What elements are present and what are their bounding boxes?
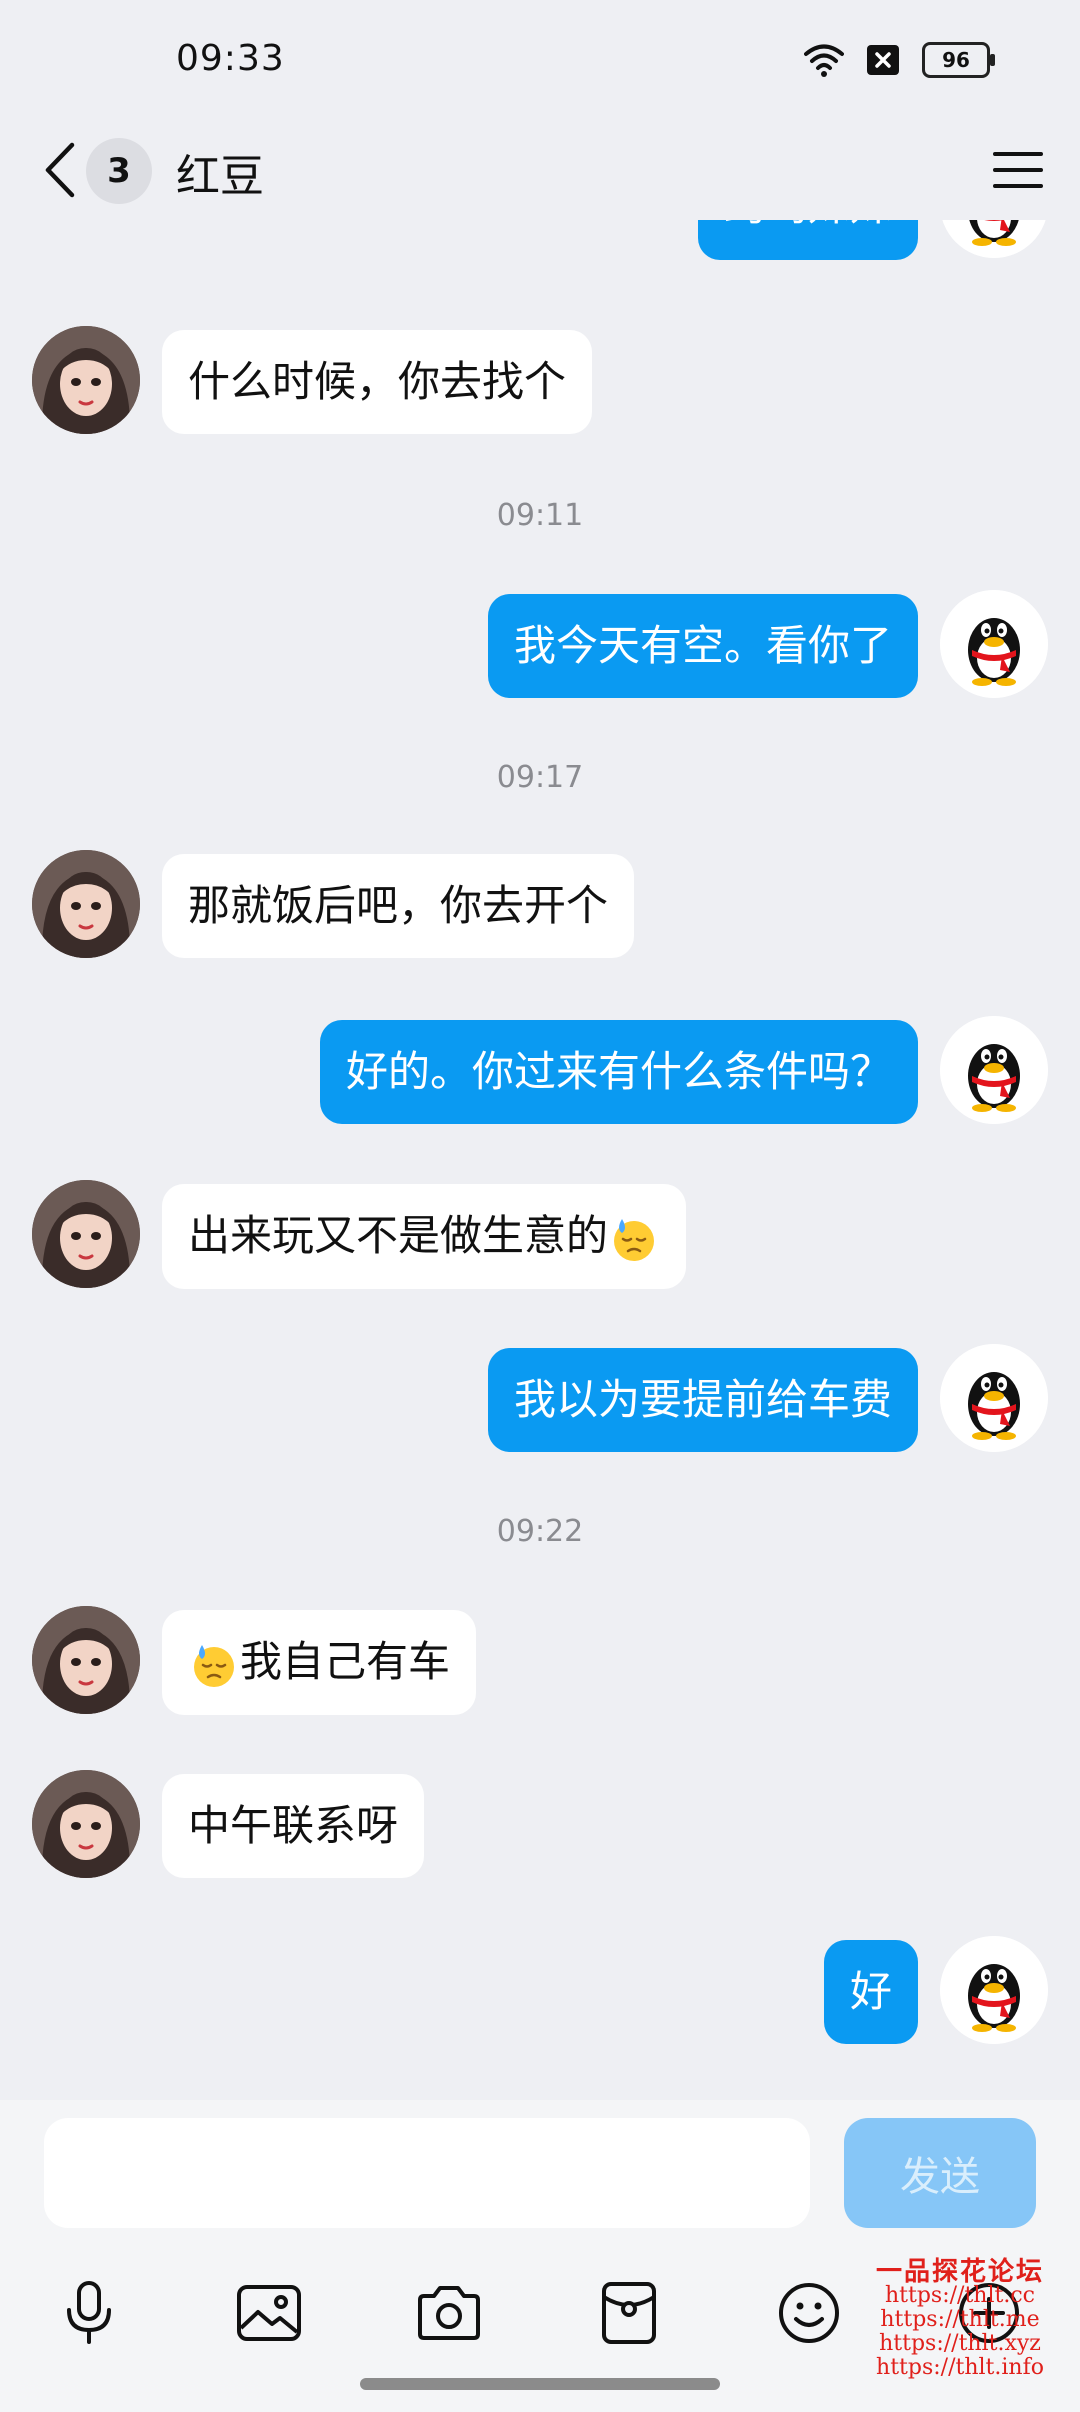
no-sim-icon [867, 45, 899, 75]
message-bubble[interactable]: 好的。你过来有什么条件吗？ [319, 1020, 918, 1124]
status-time: 09:33 [176, 38, 285, 79]
chevron-left-icon [45, 142, 75, 198]
message-list[interactable]: 约吗妹妹 什么时候，你去找个 09:11 我今天有空。看你了 09:17 那就饭… [0, 220, 1080, 2100]
message-bubble[interactable]: 中午联系呀 [162, 1774, 425, 1878]
menu-button[interactable] [986, 138, 1050, 202]
watermark-url: https://thlt.info [876, 2355, 1044, 2380]
message-timestamp: 09:17 [496, 760, 584, 795]
menu-icon [993, 152, 1043, 188]
red-packet-icon [602, 2282, 656, 2344]
avatar-contact[interactable] [32, 850, 140, 958]
message-bubble[interactable]: 我今天有空。看你了 [487, 594, 918, 698]
avatar-contact[interactable] [32, 1180, 140, 1288]
watermark-url: https://thlt.me [880, 2307, 1040, 2332]
avatar-self[interactable] [940, 1936, 1048, 2044]
camera-icon [418, 2286, 480, 2340]
gallery-button[interactable] [224, 2268, 314, 2358]
voice-button[interactable] [44, 2268, 134, 2358]
send-button[interactable]: 发送 [844, 2118, 1036, 2228]
watermark-url: https://thlt.xyz [879, 2331, 1041, 2356]
message-input[interactable] [44, 2118, 810, 2228]
avatar-self[interactable] [940, 1016, 1048, 1124]
message-bubble[interactable]: 出来玩又不是做生意的 [162, 1184, 687, 1289]
chat-header: 3 红豆 [0, 120, 1080, 220]
chat-title[interactable]: 红豆 [176, 140, 264, 204]
message-bubble[interactable]: 我自己有车 [162, 1610, 477, 1715]
microphone-icon [67, 2281, 111, 2344]
input-bar: 发送 [0, 2100, 1080, 2250]
message-bubble[interactable]: 什么时候，你去找个 [162, 330, 593, 434]
avatar-self[interactable] [940, 220, 1048, 258]
watermark-title: 一品探花论坛 [875, 2257, 1044, 2287]
message-timestamp: 09:11 [496, 498, 584, 533]
message-bubble[interactable]: 好 [823, 1940, 918, 2044]
red-packet-button[interactable] [584, 2268, 674, 2358]
unread-count-badge[interactable]: 3 [86, 138, 152, 204]
status-bar: 09:33 96 [0, 0, 1080, 120]
avatar-self[interactable] [940, 590, 1048, 698]
wifi-icon [804, 44, 844, 77]
status-icons: 96 [804, 42, 995, 78]
emoji-icon [779, 2283, 839, 2343]
battery-icon: 96 [922, 42, 995, 78]
message-bubble[interactable]: 那就饭后吧，你去开个 [162, 854, 635, 958]
message-bubble[interactable]: 我以为要提前给车费 [487, 1348, 918, 1452]
home-indicator[interactable] [360, 2378, 720, 2390]
message-text: 出来玩又不是做生意的 [188, 1211, 609, 1260]
cold-sweat-emoji-icon [610, 1215, 658, 1263]
back-button[interactable] [32, 130, 86, 210]
message-bubble[interactable]: 约吗妹妹 [697, 220, 918, 260]
avatar-contact[interactable] [32, 326, 140, 434]
emoji-button[interactable] [764, 2268, 854, 2358]
camera-button[interactable] [404, 2268, 494, 2358]
image-icon [237, 2285, 301, 2341]
message-timestamp: 09:22 [496, 1514, 584, 1549]
cold-sweat-emoji-icon [190, 1641, 238, 1689]
watermark: 一品探花论坛 https://thlt.cc https://thlt.me h… [860, 2257, 1060, 2380]
avatar-self[interactable] [940, 1344, 1048, 1452]
watermark-url: https://thlt.cc [885, 2283, 1035, 2308]
avatar-contact[interactable] [32, 1606, 140, 1714]
avatar-contact[interactable] [32, 1770, 140, 1878]
message-text: 我自己有车 [240, 1637, 451, 1686]
